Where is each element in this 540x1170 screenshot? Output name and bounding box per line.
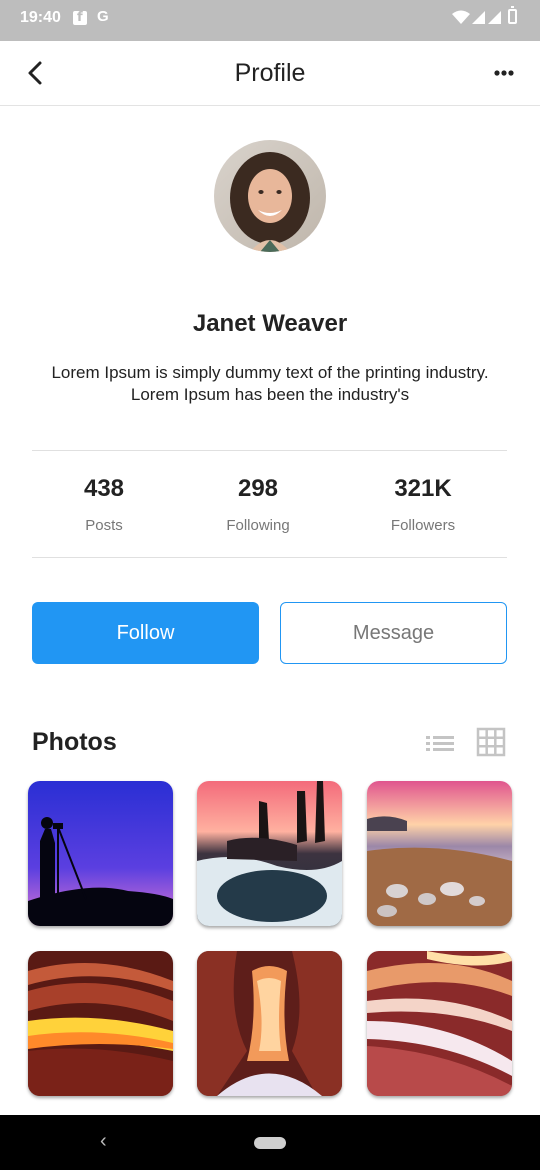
battery-icon xyxy=(508,6,517,24)
photo-thumbnail[interactable] xyxy=(197,781,342,926)
stat-label: Posts xyxy=(85,517,123,534)
photo-thumbnail[interactable] xyxy=(197,951,342,1096)
facebook-notification-icon xyxy=(73,10,87,25)
stat-posts[interactable]: 438 Posts xyxy=(34,475,174,534)
stat-following[interactable]: 298 Following xyxy=(188,475,328,534)
system-back-icon[interactable]: ‹ xyxy=(100,1130,107,1153)
stat-label: Following xyxy=(226,517,290,534)
system-navigation-bar: ‹ xyxy=(0,1115,540,1170)
profile-screen: 19:40 G Profile xyxy=(0,0,540,1170)
stat-value: 298 xyxy=(237,475,279,502)
app-bar: Profile xyxy=(0,41,540,106)
page-title: Profile xyxy=(234,59,306,87)
photo-thumbnail[interactable] xyxy=(367,781,512,926)
photo-thumbnail[interactable] xyxy=(28,781,173,926)
photos-section-title: Photos xyxy=(32,728,117,756)
follow-button[interactable]: Follow xyxy=(32,602,259,664)
signal-icon xyxy=(472,11,501,24)
stat-label: Followers xyxy=(390,517,456,534)
status-bar: 19:40 G xyxy=(0,0,540,41)
more-options-icon[interactable] xyxy=(488,57,520,89)
grid-view-icon[interactable] xyxy=(476,727,506,757)
stat-value: 438 xyxy=(83,475,125,502)
list-view-icon[interactable] xyxy=(426,732,454,754)
stat-followers[interactable]: 321K Followers xyxy=(353,475,493,534)
profile-avatar xyxy=(214,140,326,252)
stat-value: 321K xyxy=(394,475,452,502)
photo-thumbnail[interactable] xyxy=(367,951,512,1096)
system-home-pill[interactable] xyxy=(254,1137,286,1149)
profile-stats: 438 Posts 298 Following 321K Followers xyxy=(32,450,507,558)
wifi-icon xyxy=(452,10,470,24)
status-time: 19:40 xyxy=(20,9,61,26)
message-button[interactable]: Message xyxy=(280,602,507,664)
g-notification-icon: G xyxy=(97,8,109,25)
profile-bio: Lorem Ipsum is simply dummy text of the … xyxy=(51,363,489,404)
photo-thumbnail[interactable] xyxy=(28,951,173,1096)
profile-name: Janet Weaver xyxy=(192,310,348,337)
